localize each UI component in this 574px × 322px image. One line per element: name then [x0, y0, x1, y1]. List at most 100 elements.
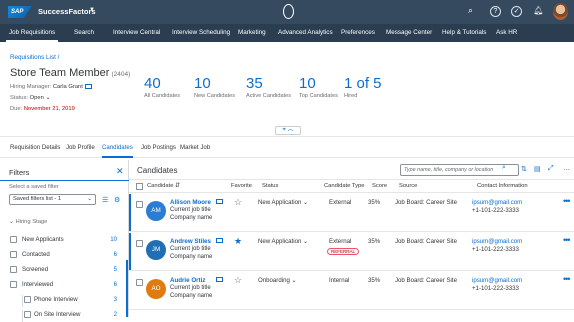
- candidate-name[interactable]: Allison Moore: [170, 199, 211, 206]
- tab-job-postings[interactable]: Job Postings: [141, 144, 176, 151]
- phone: +1-101-222-3333: [472, 207, 519, 214]
- nav-advanced-analytics[interactable]: Advanced Analytics: [278, 29, 333, 36]
- nav-job-requisitions[interactable]: Job Requisitions: [5, 29, 59, 42]
- avatar[interactable]: AO: [146, 279, 166, 299]
- table-row[interactable]: JM Andrew Stiles Current job title Company …: [129, 233, 574, 271]
- kpi-active-candidates[interactable]: 35 Active Candidates: [246, 76, 291, 99]
- source: Job Board: Career Site: [395, 277, 457, 284]
- filter-screened[interactable]: Screened 5: [0, 262, 129, 277]
- nav-search[interactable]: Search: [74, 29, 94, 36]
- avatar[interactable]: JM: [146, 240, 166, 260]
- page-title: Store Team Member (2404): [10, 67, 131, 79]
- checkbox[interactable]: [10, 281, 17, 288]
- candidate-title: Current job title: [170, 285, 211, 291]
- contact-card-icon[interactable]: [216, 238, 223, 243]
- email-link[interactable]: ipsum@gmail.com: [472, 277, 522, 284]
- col-score[interactable]: Score: [372, 183, 387, 189]
- nav-interview-scheduling[interactable]: Interview Scheduling: [172, 29, 230, 36]
- filter-contacted[interactable]: Contacted 6: [0, 247, 129, 262]
- close-icon[interactable]: ✕: [116, 166, 124, 177]
- status-select[interactable]: Onboarding ⌄: [258, 277, 297, 284]
- settings-icon[interactable]: ⚙: [114, 196, 120, 204]
- favorite-star-icon[interactable]: ☆: [234, 197, 242, 208]
- favorite-star-icon[interactable]: ☆: [234, 275, 242, 286]
- candidate-company: Company name: [170, 215, 213, 221]
- nav-ask-hr[interactable]: Ask HR: [496, 29, 517, 36]
- tab-candidates[interactable]: Candidates: [102, 144, 133, 158]
- help-icon[interactable]: ?: [490, 6, 501, 17]
- email-link[interactable]: ipsum@gmail.com: [472, 238, 522, 245]
- more-icon[interactable]: •••: [563, 235, 571, 245]
- row-checkbox[interactable]: [136, 240, 143, 247]
- col-contact-information[interactable]: Contact Information: [477, 183, 528, 189]
- view-settings-icon[interactable]: ▤: [534, 165, 541, 173]
- more-icon[interactable]: •••: [563, 274, 571, 284]
- col-candidate-type[interactable]: Candidate Type: [324, 183, 365, 189]
- phone: +1-101-222-3333: [472, 246, 519, 253]
- contact-card-icon[interactable]: [84, 84, 92, 89]
- kpi-new-candidates[interactable]: 10 New Candidates: [194, 76, 235, 99]
- kpi-all-candidates[interactable]: 40 All Candidates: [144, 76, 180, 99]
- col-candidate[interactable]: Candidate ⇵: [147, 183, 180, 189]
- nav-interview-central[interactable]: Interview Central: [113, 29, 160, 36]
- favorite-star-icon[interactable]: ★: [234, 236, 242, 247]
- col-status[interactable]: Status: [262, 183, 278, 189]
- tab-job-profile[interactable]: Job Profile: [66, 144, 95, 151]
- col-source[interactable]: Source: [399, 183, 417, 189]
- nav-help-tutorials[interactable]: Help & Tutorials: [442, 29, 486, 36]
- kpi-hired[interactable]: 1 of 5 Hired: [344, 76, 382, 99]
- breadcrumb[interactable]: Requisitions List /: [10, 54, 59, 61]
- sort-icon[interactable]: ⇅: [521, 165, 527, 173]
- saved-filter-select[interactable]: Saved filters list - 1 ⌄: [9, 194, 96, 205]
- collapse-header-button[interactable]: ⌖ ︿: [275, 126, 301, 135]
- app-title[interactable]: SuccessFactors: [38, 7, 96, 16]
- candidate-name[interactable]: Andrew Stiles: [170, 238, 211, 245]
- nav-message-center[interactable]: Message Center: [386, 29, 432, 36]
- filter-on-site-interview[interactable]: On Site Interview 2: [0, 307, 129, 322]
- nav-preferences[interactable]: Preferences: [341, 29, 375, 36]
- bell-icon[interactable]: 🔔︎: [533, 6, 544, 17]
- row-checkbox[interactable]: [136, 279, 143, 286]
- search-icon[interactable]: ⌕: [502, 164, 506, 172]
- hiring-stage-group[interactable]: ⌄ Hiring Stage: [9, 219, 47, 225]
- more-icon[interactable]: …: [563, 165, 570, 172]
- fullscreen-icon[interactable]: ⤢: [548, 165, 554, 173]
- checkbox[interactable]: [10, 251, 17, 258]
- tab-market-job[interactable]: Market Job: [180, 144, 210, 151]
- table-row[interactable]: AO Audrie Ortiz Current job title Company n…: [129, 272, 574, 310]
- loading-icon: [283, 4, 294, 19]
- chevron-down-icon[interactable]: ▼: [89, 7, 95, 13]
- checkbox[interactable]: [24, 296, 31, 303]
- tab-requisition-details[interactable]: Requisition Details: [10, 144, 60, 151]
- checkbox[interactable]: [10, 236, 17, 243]
- email-link[interactable]: ipsum@gmail.com: [472, 199, 522, 206]
- filters-panel: Filters ✕ Select a saved filter Saved fi…: [0, 160, 129, 322]
- sap-logo[interactable]: SAP: [8, 6, 32, 18]
- candidate-title: Current job title: [170, 207, 211, 213]
- candidate-name[interactable]: Audrie Ortiz: [170, 277, 205, 284]
- filter-interviewed[interactable]: Interviewed 6: [0, 277, 129, 292]
- checkbox[interactable]: [10, 266, 17, 273]
- table-row[interactable]: AM Allison Moore Current job title Company …: [129, 194, 574, 232]
- search-icon[interactable]: ⌕: [465, 6, 476, 17]
- kpi-top-candidates[interactable]: 10 Top Candidates: [299, 76, 338, 99]
- row-highlight: [129, 233, 131, 270]
- scrollbar[interactable]: [126, 260, 128, 317]
- user-avatar[interactable]: [553, 3, 568, 20]
- candidate-type: External: [329, 238, 352, 245]
- more-icon[interactable]: •••: [563, 196, 571, 206]
- row-checkbox[interactable]: [136, 201, 143, 208]
- notifications-icon[interactable]: ✓: [511, 6, 522, 17]
- filter-phone-interview[interactable]: Phone Interview 3: [0, 292, 129, 307]
- filter-icon[interactable]: ☰: [102, 196, 108, 204]
- select-all-checkbox[interactable]: [136, 183, 143, 190]
- status-select[interactable]: New Application ⌄: [258, 238, 308, 245]
- col-favorite[interactable]: Favorite: [231, 183, 252, 189]
- status-select[interactable]: New Application ⌄: [258, 199, 308, 206]
- nav-marketing[interactable]: Marketing: [238, 29, 266, 36]
- hiring-manager: Hiring Manager: Carla Grant: [10, 84, 92, 90]
- filter-new-applicants[interactable]: New Applicants 10: [0, 232, 129, 247]
- avatar[interactable]: AM: [146, 201, 166, 221]
- contact-card-icon[interactable]: [216, 277, 223, 282]
- contact-card-icon[interactable]: [216, 199, 223, 204]
